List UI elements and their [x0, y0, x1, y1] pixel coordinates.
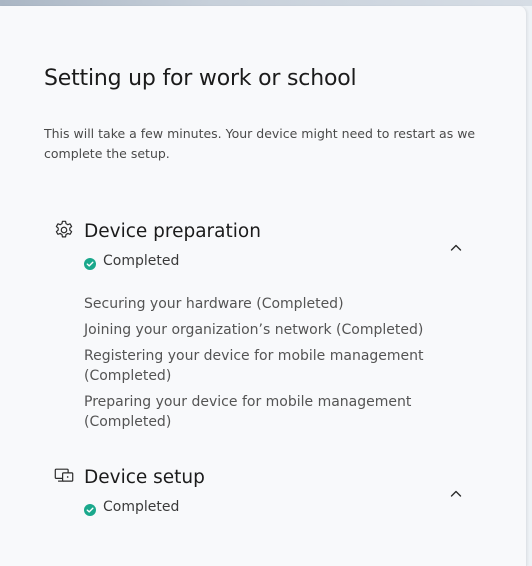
status-row: Completed — [84, 253, 180, 270]
list-item: Preparing your device for mobile managem… — [84, 394, 412, 430]
section-title: Device setup — [84, 467, 205, 488]
gear-icon — [53, 219, 75, 241]
chevron-up-icon[interactable] — [448, 486, 464, 502]
check-circle-icon — [84, 501, 96, 516]
page-subtitle: This will take a few minutes. Your devic… — [44, 126, 476, 161]
status-text: Completed — [103, 499, 180, 515]
status-row: Completed — [84, 499, 180, 516]
chevron-up-icon[interactable] — [448, 240, 464, 256]
list-item: Registering your device for mobile manag… — [84, 348, 424, 384]
section-title: Device preparation — [84, 221, 261, 242]
list-item: Joining your organization’s network (Com… — [84, 322, 424, 338]
list-item: Securing your hardware (Completed) — [84, 296, 344, 312]
check-circle-icon — [84, 255, 96, 270]
device-setup-icon — [53, 466, 75, 488]
status-text: Completed — [103, 253, 180, 269]
step-list: Securing your hardware (Completed) Joini… — [84, 294, 444, 438]
page-title: Setting up for work or school — [44, 66, 357, 91]
